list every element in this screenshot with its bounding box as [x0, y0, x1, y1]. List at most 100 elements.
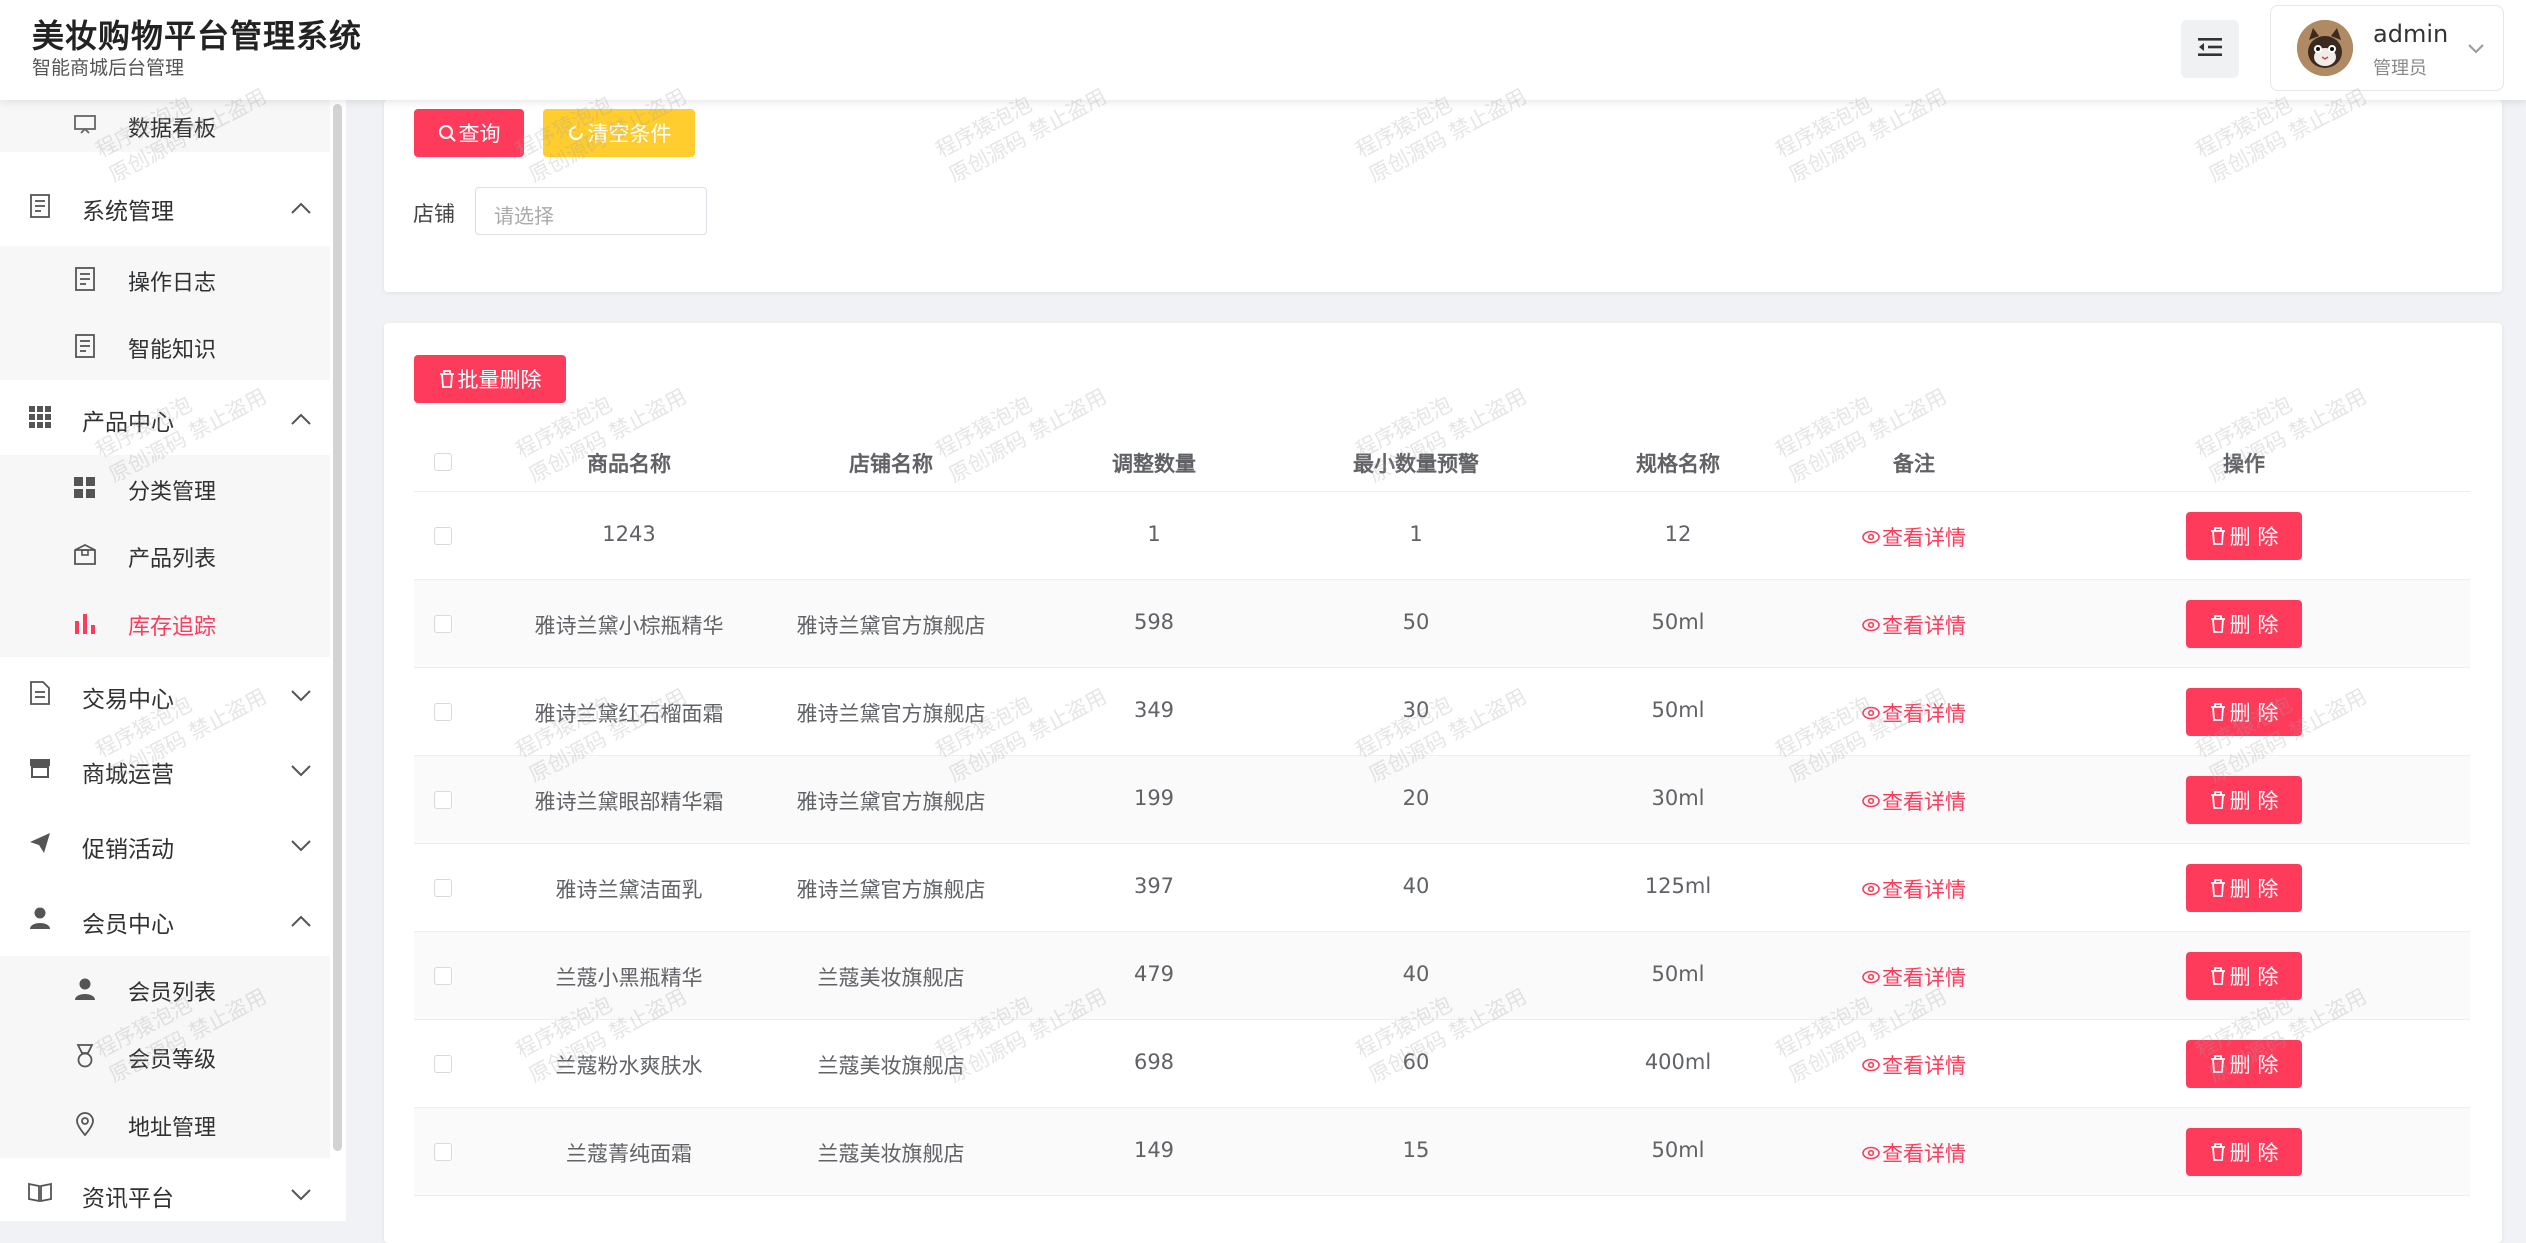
spec-name-cell: 30ml — [1651, 786, 1705, 810]
product-name-cell: 雅诗兰黛红石榴面霜 — [534, 702, 724, 726]
delete-button[interactable]: 删 除 — [2186, 776, 2302, 824]
product-name-cell: 兰蔻粉水爽肤水 — [555, 1054, 703, 1078]
document-icon — [72, 266, 98, 292]
app-title: 美妆购物平台管理系统 — [32, 17, 363, 55]
table-row: 兰蔻菁纯面霜 兰蔻美妆旗舰店 149 15 50ml 查看详情 删 除 — [414, 1108, 2470, 1196]
sidebar-item-operation-log[interactable]: 操作日志 — [0, 246, 330, 312]
shop-name-cell: 兰蔻美妆旗舰店 — [817, 1142, 965, 1166]
adjust-qty-cell: 199 — [1133, 786, 1175, 810]
eye-icon — [1862, 970, 1880, 984]
sidebar-item-member-list[interactable]: 会员列表 — [0, 956, 330, 1022]
refresh-icon — [567, 124, 585, 142]
shop-select[interactable]: 请选择 — [475, 187, 707, 235]
trash-icon — [2210, 703, 2226, 721]
sidebar-item-knowledge[interactable]: 智能知识 — [0, 312, 330, 380]
sidebar-item-member-level[interactable]: 会员等级 — [0, 1022, 330, 1090]
trash-icon — [2210, 615, 2226, 633]
chevron-down-icon — [290, 763, 312, 782]
app-subtitle: 智能商城后台管理 — [32, 57, 185, 79]
row-checkbox[interactable] — [434, 967, 452, 985]
delete-label: 删 除 — [2229, 525, 2279, 549]
table-row: 雅诗兰黛眼部精华霜 雅诗兰黛官方旗舰店 199 20 30ml 查看详情 删 除 — [414, 756, 2470, 844]
view-detail-label: 查看详情 — [1882, 526, 1966, 550]
table-row: 雅诗兰黛小棕瓶精华 雅诗兰黛官方旗舰店 598 50 50ml 查看详情 删 除 — [414, 580, 2470, 668]
view-detail-link[interactable]: 查看详情 — [1862, 610, 1966, 640]
sidebar-item-news-platform[interactable]: 资讯平台 — [0, 1162, 330, 1221]
sidebar-item-mall-operation[interactable]: 商城运营 — [0, 738, 330, 800]
product-name-cell: 1243 — [602, 522, 656, 546]
adjust-qty-cell: 397 — [1133, 874, 1175, 898]
view-detail-link[interactable]: 查看详情 — [1862, 1050, 1966, 1080]
select-all-checkbox[interactable] — [434, 453, 452, 471]
sidebar-item-category[interactable]: 分类管理 — [0, 455, 330, 521]
sidebar-item-member-center[interactable]: 会员中心 — [0, 888, 330, 950]
eye-icon — [1862, 706, 1880, 720]
table-row: 兰蔻粉水爽肤水 兰蔻美妆旗舰店 698 60 400ml 查看详情 删 除 — [414, 1020, 2470, 1108]
sidebar-item-label: 资讯平台 — [82, 1186, 174, 1212]
row-checkbox[interactable] — [434, 879, 452, 897]
view-detail-link[interactable]: 查看详情 — [1862, 962, 1966, 992]
delete-button[interactable]: 删 除 — [2186, 1128, 2302, 1176]
view-detail-label: 查看详情 — [1882, 1142, 1966, 1166]
view-detail-link[interactable]: 查看详情 — [1862, 874, 1966, 904]
sidebar-item-product-list[interactable]: 产品列表 — [0, 521, 330, 589]
sidebar-item-dashboard[interactable]: 数据看板 — [0, 100, 330, 152]
shop-filter-label: 店铺 — [413, 202, 455, 226]
delete-button[interactable]: 删 除 — [2186, 864, 2302, 912]
sidebar-item-system[interactable]: 系统管理 — [0, 176, 330, 236]
row-checkbox[interactable] — [434, 703, 452, 721]
delete-button[interactable]: 删 除 — [2186, 1040, 2302, 1088]
chevron-down-icon — [290, 1187, 312, 1206]
user-icon — [27, 905, 53, 931]
collapse-menu-button[interactable] — [2181, 20, 2239, 78]
spec-name-cell: 400ml — [1644, 1050, 1712, 1074]
min-qty-warning-cell: 50 — [1402, 610, 1430, 634]
user-name: admin — [2373, 20, 2449, 48]
search-icon — [438, 124, 456, 142]
sidebar-item-promotion[interactable]: 促销活动 — [0, 813, 330, 875]
query-button[interactable]: 查询 — [414, 109, 524, 157]
adjust-qty-cell: 149 — [1133, 1138, 1175, 1162]
adjust-qty-cell: 349 — [1133, 698, 1175, 722]
shop-name-cell: 雅诗兰黛官方旗舰店 — [796, 878, 986, 902]
batch-delete-label: 批量删除 — [457, 368, 542, 392]
user-dropdown[interactable]: admin 管理员 — [2270, 5, 2504, 91]
clear-conditions-button[interactable]: 清空条件 — [543, 109, 695, 157]
column-header: 规格名称 — [1636, 452, 1720, 476]
sidebar: 数据看板 系统管理 操作日志 智能知识 产品中心 分类管理 产品列表 库存追踪 … — [0, 100, 346, 1221]
min-qty-warning-cell: 30 — [1402, 698, 1430, 722]
row-checkbox[interactable] — [434, 527, 452, 545]
delete-button[interactable]: 删 除 — [2186, 952, 2302, 1000]
sidebar-item-address[interactable]: 地址管理 — [0, 1090, 330, 1158]
batch-delete-button[interactable]: 批量删除 — [414, 355, 566, 403]
sidebar-scrollbar[interactable] — [333, 104, 342, 1151]
view-detail-link[interactable]: 查看详情 — [1862, 1138, 1966, 1168]
trash-icon — [2210, 879, 2226, 897]
view-detail-link[interactable]: 查看详情 — [1862, 522, 1966, 552]
row-checkbox[interactable] — [434, 1143, 452, 1161]
column-header: 最小数量预警 — [1353, 452, 1479, 476]
document-icon — [72, 333, 98, 359]
sidebar-item-inventory-tracking[interactable]: 库存追踪 — [0, 589, 330, 657]
row-checkbox[interactable] — [434, 615, 452, 633]
adjust-qty-cell: 1 — [1147, 522, 1161, 546]
delete-button[interactable]: 删 除 — [2186, 688, 2302, 736]
view-detail-link[interactable]: 查看详情 — [1862, 698, 1966, 728]
grid-icon — [27, 404, 53, 430]
row-checkbox[interactable] — [434, 1055, 452, 1073]
spec-name-cell: 125ml — [1644, 874, 1712, 898]
send-icon — [27, 830, 53, 856]
row-checkbox[interactable] — [434, 791, 452, 809]
view-detail-label: 查看详情 — [1882, 702, 1966, 726]
view-detail-link[interactable]: 查看详情 — [1862, 786, 1966, 816]
brand: 美妆购物平台管理系统 智能商城后台管理 — [32, 16, 362, 80]
product-name-cell: 兰蔻小黑瓶精华 — [555, 966, 703, 990]
chevron-down-icon — [2467, 40, 2485, 59]
eye-icon — [1862, 1146, 1880, 1160]
eye-icon — [1862, 530, 1880, 544]
delete-button[interactable]: 删 除 — [2186, 600, 2302, 648]
sidebar-item-product-center[interactable]: 产品中心 — [0, 386, 330, 448]
delete-button[interactable]: 删 除 — [2186, 512, 2302, 560]
medal-icon — [72, 1043, 98, 1069]
sidebar-item-trade-center[interactable]: 交易中心 — [0, 663, 330, 725]
